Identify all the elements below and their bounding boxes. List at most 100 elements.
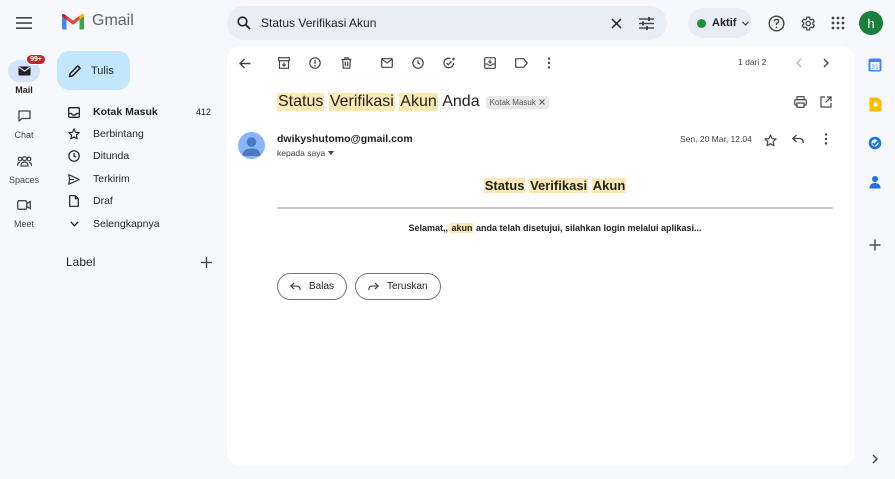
more-options-button[interactable] (540, 54, 558, 72)
status-dot (697, 18, 706, 28)
reply-label: Balas (309, 281, 335, 292)
main-menu-button[interactable] (12, 11, 36, 35)
hamburger-icon (16, 17, 32, 29)
mark-unread-button[interactable] (378, 54, 396, 72)
clear-search-button[interactable] (605, 12, 627, 34)
nav-item-sent[interactable]: Terkirim (57, 168, 217, 190)
add-to-tasks-button[interactable] (440, 54, 458, 72)
message-more-button[interactable] (817, 130, 835, 148)
calendar-icon: 31 (868, 58, 882, 72)
print-button[interactable] (791, 93, 809, 111)
body-message: Selamat,, akun anda telah disetujui, sil… (277, 223, 833, 233)
compose-button[interactable]: Tulis (57, 51, 130, 90)
video-icon (17, 200, 31, 210)
star-icon (763, 133, 777, 146)
forward-label: Teruskan (387, 281, 428, 292)
gear-icon (800, 15, 815, 31)
account-avatar[interactable]: h (859, 11, 883, 35)
mail-icon (18, 66, 30, 76)
recipient-details[interactable]: kepada saya (277, 148, 335, 158)
rail-chat[interactable]: Chat (0, 105, 48, 140)
body-divider (277, 207, 833, 209)
rail-spaces[interactable]: Spaces (0, 150, 48, 185)
chevron-down-icon (67, 217, 81, 231)
nav-item-inbox[interactable]: Kotak Masuk 412 (57, 101, 217, 123)
body-heading: Status Verifikasi Akun (277, 178, 833, 193)
calendar-app-button[interactable]: 31 (866, 56, 884, 74)
mail-outline-icon (381, 58, 393, 68)
search-icon[interactable] (237, 16, 251, 30)
star-button[interactable] (761, 131, 779, 149)
pagination-label: 1 dari 2 (738, 57, 767, 67)
plus-icon (200, 256, 212, 268)
add-label-button[interactable] (198, 254, 214, 270)
reply-icon (290, 282, 301, 291)
pencil-icon (68, 64, 81, 77)
inbox-tag: Kotak Masuk (485, 95, 549, 109)
delete-button[interactable] (337, 54, 355, 72)
nav-more-label: Selengkapnya (93, 218, 160, 230)
gmail-logo[interactable]: Gmail (62, 12, 134, 30)
add-task-icon (442, 57, 455, 69)
help-button[interactable] (764, 11, 788, 35)
inbox-tag-label: Kotak Masuk (489, 97, 536, 107)
search-bar[interactable]: Status Verifikasi Akun (227, 6, 667, 40)
older-button[interactable] (817, 54, 835, 72)
label-button[interactable] (512, 54, 530, 72)
print-icon (793, 96, 807, 108)
reply-pill-button[interactable]: Balas (277, 273, 348, 300)
nav-item-more[interactable]: Selengkapnya (57, 213, 217, 235)
spaces-icon (16, 155, 32, 167)
forward-pill-button[interactable]: Teruskan (355, 273, 441, 300)
tasks-app-button[interactable] (866, 134, 884, 152)
archive-button[interactable] (275, 54, 293, 72)
nav-item-drafts[interactable]: Draf (57, 190, 217, 212)
sender-avatar[interactable] (238, 132, 265, 159)
chevron-down-icon (742, 20, 750, 26)
search-options-button[interactable] (635, 12, 657, 34)
reply-button[interactable] (789, 130, 807, 148)
search-input[interactable]: Status Verifikasi Akun (261, 16, 597, 30)
nav-item-starred[interactable]: Berbintang (57, 123, 217, 145)
remove-label-icon[interactable] (538, 99, 545, 105)
nav-sent-label: Terkirim (93, 173, 130, 185)
more-vertical-icon (547, 57, 551, 69)
contacts-app-button[interactable] (866, 173, 884, 191)
move-to-button[interactable] (481, 54, 499, 72)
chevron-right-icon (872, 454, 878, 464)
chevron-right-icon (823, 58, 829, 68)
keep-icon (869, 97, 881, 111)
draft-file-icon (67, 194, 81, 208)
open-in-new-icon (820, 96, 832, 108)
email-date: Sen, 20 Mar, 12.04 (680, 134, 752, 144)
inbox-count: 412 (195, 107, 211, 117)
rail-mail[interactable]: 99+ Mail (0, 54, 48, 95)
newer-button[interactable] (790, 54, 808, 72)
status-dropdown[interactable]: Aktif (688, 8, 752, 38)
apps-button[interactable] (826, 11, 850, 35)
forward-icon (368, 282, 379, 291)
rail-meet-icon-wrap (8, 194, 40, 216)
clock-icon (412, 57, 424, 69)
subject-word: Status (277, 93, 325, 111)
get-addons-button[interactable] (866, 236, 884, 254)
sender-email[interactable]: dwikyshutomo@gmail.com (277, 133, 413, 145)
open-new-window-button[interactable] (817, 93, 835, 111)
keep-app-button[interactable] (866, 95, 884, 113)
svg-text:31: 31 (871, 64, 879, 71)
rail-mail-icon-wrap: 99+ (8, 54, 46, 82)
expand-side-panel-button[interactable] (866, 450, 884, 468)
back-button[interactable] (236, 54, 254, 72)
settings-button[interactable] (795, 11, 819, 35)
more-vertical-icon (824, 133, 828, 145)
clock-icon (67, 149, 81, 163)
report-spam-button[interactable] (306, 54, 324, 72)
labels-heading: Label (66, 255, 96, 269)
snooze-button[interactable] (409, 54, 427, 72)
subject-word: Anda (442, 93, 480, 110)
subject-word: Verifikasi (328, 93, 395, 111)
rail-meet[interactable]: Meet (0, 194, 48, 229)
rail-chat-label: Chat (14, 130, 34, 140)
unread-badge: 99+ (26, 54, 46, 65)
nav-item-snoozed[interactable]: Ditunda (57, 145, 217, 167)
